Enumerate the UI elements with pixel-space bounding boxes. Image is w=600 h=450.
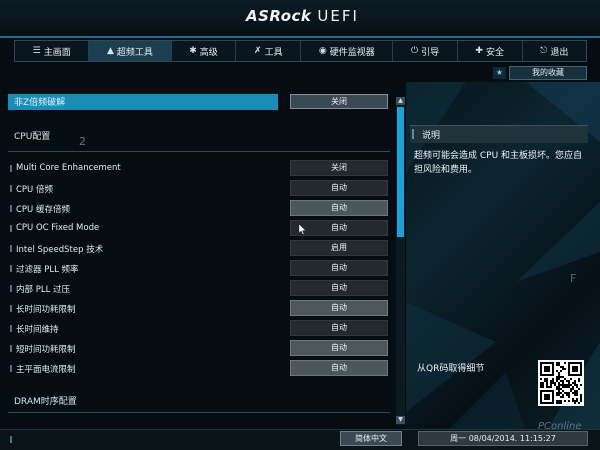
setting-row[interactable]: CPU OC Fixed Mode 自动 [8, 220, 390, 237]
dram-section-divider [8, 412, 390, 413]
description-text: 超频可能会造成 CPU 和主板损坏。您应自担风险和费用。 [414, 151, 583, 175]
setting-value-button[interactable]: 自动 [290, 360, 388, 376]
mouse-cursor-icon [299, 224, 307, 235]
footer-marker [10, 436, 12, 443]
row-marker [10, 205, 12, 212]
tab-label: 高级 [199, 47, 218, 58]
scroll-up-arrow-icon[interactable]: ▲ [396, 97, 405, 105]
row-marker [10, 245, 12, 252]
language-button[interactable]: 简体中文 [340, 431, 402, 446]
favorite-star-icon[interactable]: ★ [493, 67, 506, 79]
row-marker [10, 225, 12, 232]
tab-advanced[interactable]: ✱ 高级 [172, 41, 237, 61]
tab-hardware-monitor[interactable]: ◉ 硬件监视器 [301, 41, 394, 61]
setting-row[interactable]: 过滤器 PLL 频率 自动 [8, 260, 390, 277]
setting-value-button[interactable]: 自动 [290, 320, 388, 336]
setting-value-button[interactable]: 自动 [290, 300, 388, 316]
row-marker [10, 325, 12, 332]
brand-name: ASRock [246, 7, 312, 25]
setting-row[interactable]: CPU 倍频 自动 [8, 180, 390, 197]
setting-label: 过滤器 PLL 频率 [16, 265, 79, 275]
setting-row[interactable]: Intel SpeedStep 技术 启用 [8, 240, 390, 257]
cpu-section-divider [8, 151, 390, 152]
scrollbar-thumb[interactable] [397, 107, 404, 237]
shield-icon: ✚ [475, 46, 483, 56]
exit-icon: ⎋ [540, 46, 548, 56]
setting-label: 长时间维持 [16, 325, 59, 335]
setting-value-button[interactable]: 自动 [290, 200, 388, 216]
setting-row[interactable]: Multi Core Enhancement 关闭 [8, 160, 390, 177]
tab-label: 超频工具 [116, 47, 153, 58]
setting-row[interactable]: 主平面电流限制 自动 [8, 360, 390, 377]
tab-label: 安全 [485, 47, 504, 58]
tab-security[interactable]: ✚ 安全 [458, 41, 523, 61]
header-bar: ASRock UEFI [0, 0, 600, 36]
setting-label: 长时间功耗限制 [16, 305, 76, 315]
setting-value-button[interactable]: 关闭 [290, 160, 388, 176]
row-marker [10, 265, 12, 272]
description-title: 说明 [422, 131, 441, 141]
row-marker [10, 305, 12, 312]
qr-code-label: 从QR码取得细节 [417, 364, 485, 374]
tab-label: 主画面 [43, 47, 71, 58]
setting-label: Intel SpeedStep 技术 [16, 245, 104, 255]
tab-oc-tweaker[interactable]: ▲ 超频工具 [89, 41, 172, 61]
tab-label: 硬件监视器 [329, 47, 375, 58]
setting-row[interactable]: 长时间功耗限制 自动 [8, 300, 390, 317]
setting-label: 主平面电流限制 [16, 365, 76, 375]
header-divider [0, 36, 600, 38]
brand-logo: ASRock UEFI [246, 7, 359, 25]
setting-row[interactable]: 短时间功耗限制 自动 [8, 340, 390, 357]
qr-code-image [538, 360, 584, 406]
overlay-mark: 2 [79, 135, 86, 148]
gear-icon: ✱ [189, 46, 197, 56]
scroll-down-arrow-icon[interactable]: ▼ [396, 416, 405, 424]
row-marker [10, 345, 12, 352]
row-marker [10, 285, 12, 292]
main-tab-bar: ☰ 主画面 ▲ 超频工具 ✱ 高级 ✗ 工具 ◉ 硬件监视器 ⏻ 引导 ✚ 安全 ⎋ 退出 [14, 40, 587, 62]
setting-row[interactable]: CPU 缓存倍频 自动 [8, 200, 390, 217]
setting-label: Multi Core Enhancement [16, 163, 121, 173]
tab-boot[interactable]: ⏻ 引导 [393, 41, 458, 61]
dram-timing-title[interactable]: DRAM时序配置 [14, 394, 77, 407]
row-marker [10, 365, 12, 372]
tab-label: 工具 [264, 47, 283, 58]
setting-row[interactable]: 内部 PLL 过压 自动 [8, 280, 390, 297]
watermark-logo: PConline [538, 421, 582, 432]
date-time-display[interactable]: 周一 08/04/2014. 11:15:27 [418, 431, 588, 446]
uefi-screen: ASRock UEFI ☰ 主画面 ▲ 超频工具 ✱ 高级 ✗ 工具 ◉ 硬件监视器 ⏻ 引导 ✚ 安全 ⎋ 退… [0, 0, 600, 450]
tab-label: 引导 [421, 47, 440, 58]
setting-row[interactable]: 长时间维持 自动 [8, 320, 390, 337]
setting-label: 短时间功耗限制 [16, 345, 76, 355]
setting-value-button[interactable]: 自动 [290, 340, 388, 356]
tab-exit[interactable]: ⎋ 退出 [523, 41, 586, 61]
product-name: UEFI [317, 7, 359, 25]
non-z-oc-value-button[interactable]: 关闭 [290, 94, 388, 109]
setting-label: CPU 缓存倍频 [16, 205, 70, 215]
tools-icon: ✗ [254, 46, 262, 56]
list-icon: ☰ [32, 46, 41, 56]
setting-label: 内部 PLL 过压 [16, 285, 71, 295]
setting-value-button[interactable]: 自动 [290, 180, 388, 196]
tab-tool[interactable]: ✗ 工具 [236, 41, 302, 61]
power-icon: ⏻ [410, 46, 419, 56]
row-marker [10, 165, 12, 172]
setting-value-button[interactable]: 自动 [290, 280, 388, 296]
flame-icon: ▲ [106, 46, 114, 56]
setting-label: CPU 倍频 [16, 185, 53, 195]
cpu-config-title: CPU配置 [14, 132, 51, 142]
setting-value-button[interactable]: 启用 [290, 240, 388, 256]
my-favorites-button[interactable]: 我的收藏 [509, 66, 587, 80]
setting-value-button[interactable]: 自动 [290, 260, 388, 276]
setting-label: CPU OC Fixed Mode [16, 223, 100, 233]
row-marker [10, 185, 12, 192]
monitor-icon: ◉ [318, 46, 327, 56]
qr-code-graphic [540, 362, 582, 404]
non-z-oc-label: 非Z倍频破解 [14, 98, 66, 108]
tab-label: 退出 [550, 47, 569, 58]
tab-main[interactable]: ☰ 主画面 [15, 41, 90, 61]
description-header-marker [412, 129, 414, 139]
overlay-letter: F [570, 272, 577, 285]
